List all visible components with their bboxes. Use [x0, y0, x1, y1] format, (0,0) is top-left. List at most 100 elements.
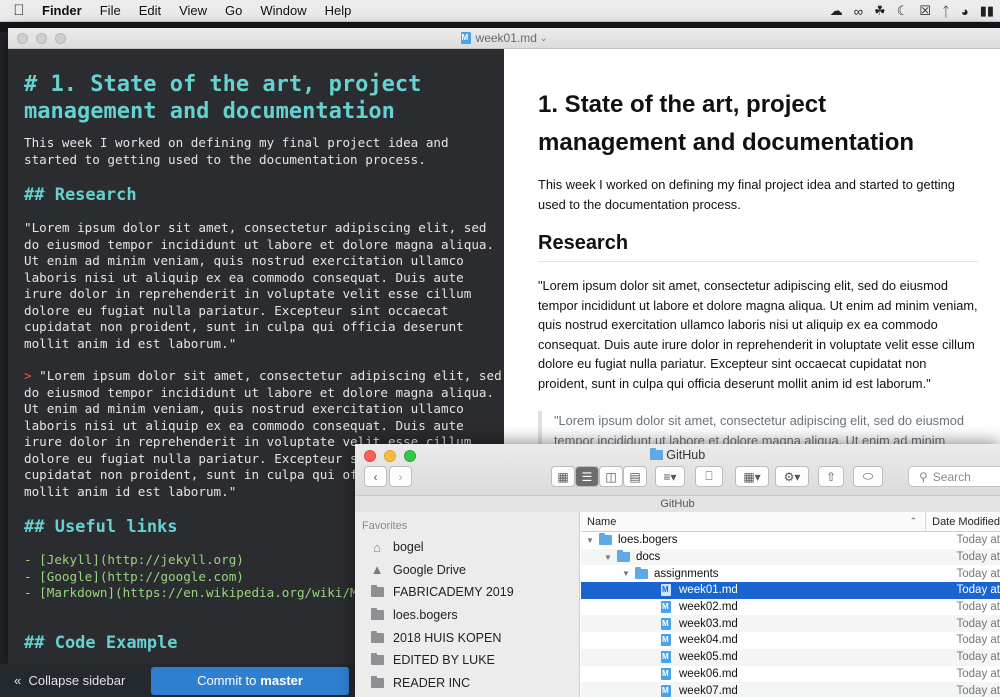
date-modified: Today at [956, 534, 1000, 547]
commit-label: Commit to [197, 673, 257, 688]
share-icon: ⇧ [825, 469, 837, 484]
list-item[interactable]: ▼ assignments Today at [581, 565, 1000, 582]
icon-view-button[interactable]: ▦ [551, 466, 575, 487]
folder-icon [369, 608, 385, 621]
markdown-file-icon [661, 651, 671, 664]
gallery-view-button[interactable]: ▤ [623, 466, 647, 487]
list-item[interactable]: week07.md Today at [581, 682, 1000, 697]
editor-titlebar: week01.md ⌄ [8, 28, 1000, 49]
name-column-header[interactable]: Name ⌃ [581, 512, 927, 531]
creative-cloud-icon[interactable]: ∞ [854, 4, 863, 19]
search-icon: ⚲ [919, 469, 928, 484]
finder-sidebar: Favorites ⌂ bogel ▲ Google Drive FABRICADE… [355, 512, 580, 697]
collapse-sidebar-button[interactable]: « Collapse sidebar [0, 673, 145, 688]
list-item[interactable]: week03.md Today at [581, 615, 1000, 633]
cloud-icon[interactable]: ☁ [830, 3, 843, 19]
list-item[interactable]: week04.md Today at [581, 632, 1000, 649]
sidebar-item-label: FABRICADEMY 2019 [393, 585, 514, 600]
collapse-sidebar-label: Collapse sidebar [28, 673, 126, 688]
sidebar-item-label: Google Drive [393, 562, 466, 577]
folder-icon [369, 630, 385, 643]
editor-window-title: week01.md [475, 31, 537, 45]
action-button[interactable]: ⚙▾ [775, 466, 809, 487]
close-window-button[interactable] [17, 33, 28, 44]
date-modified: Today at [956, 551, 1000, 564]
list-item[interactable]: week06.md Today at [581, 666, 1000, 683]
column-view-button[interactable]: ◫ [599, 466, 623, 487]
tags-button[interactable]: ⬭ [853, 466, 883, 487]
menu-app-finder[interactable]: Finder [38, 3, 91, 18]
minimize-window-button[interactable] [36, 33, 47, 44]
github-desktop-bottom-bar: « Collapse sidebar Commit to master [0, 664, 360, 697]
file-name: week07.md [679, 684, 738, 697]
forward-button[interactable]: › [389, 466, 412, 487]
bluetooth-icon[interactable]: ᛏ [942, 4, 950, 19]
folder-icon [617, 550, 630, 563]
sidebar-item-bogel[interactable]: ⌂ bogel [355, 536, 579, 559]
markdown-file-icon [661, 601, 671, 614]
folder-icon [369, 675, 385, 688]
disclosure-triangle-icon[interactable]: ▼ [585, 536, 595, 545]
arrange-button[interactable]: ▦▾ [735, 466, 769, 487]
sidebar-item-edited-by-luke[interactable]: EDITED BY LUKE [355, 649, 579, 672]
menu-file[interactable]: File [91, 3, 130, 18]
back-button[interactable]: ‹ [364, 466, 387, 487]
date-modified: Today at [956, 584, 1000, 597]
window-controls [17, 33, 66, 44]
list-rows: ▼ loes.bogers Today at ▼ docs Today at ▼ as… [581, 532, 1000, 697]
battery-icon[interactable]: ▮▮ [980, 3, 994, 19]
sidebar-item-fabricademy-2019[interactable]: FABRICADEMY 2019 [355, 581, 579, 604]
zoom-window-button[interactable] [55, 33, 66, 44]
menu-window[interactable]: Window [251, 3, 315, 18]
sidebar-item-2018-huis-kopen[interactable]: 2018 HUIS KOPEN [355, 626, 579, 649]
evernote-icon[interactable]: ☘ [874, 3, 886, 19]
chevron-down-icon[interactable]: ⌄ [540, 33, 548, 44]
disclosure-triangle-icon[interactable]: ▼ [621, 569, 631, 578]
date-modified: Today at [956, 634, 1000, 647]
list-view-button[interactable]: ☰ [575, 466, 599, 487]
status-tray: ☁ ∞ ☘ ☾ ☒ ᛏ ◕ ▮▮ [830, 0, 994, 22]
source-intro: This week I worked on defining my final … [24, 135, 457, 167]
commit-button[interactable]: Commit to master [151, 666, 349, 695]
menu-edit[interactable]: Edit [130, 3, 170, 18]
group-by-button[interactable]: ≡▾ [655, 466, 685, 487]
finder-toolbar: GitHub ‹ › ▦ ☰ ◫ ▤ ≡▾ ⎕ ▦▾ ⚙▾ ⇧ ⬭ ⚲ Sear… [355, 444, 1000, 512]
markdown-file-icon [661, 634, 671, 647]
close-square-icon[interactable]: ☒ [919, 3, 931, 19]
show-in-desktop-button[interactable]: ⎕ [695, 466, 723, 487]
disclosure-triangle-icon[interactable]: ▼ [603, 553, 613, 562]
sidebar-item-label: loes.bogers [393, 608, 458, 623]
menu-help[interactable]: Help [316, 3, 361, 18]
menu-go[interactable]: Go [216, 3, 251, 18]
list-item[interactable]: week05.md Today at [581, 648, 1000, 666]
search-field[interactable]: ⚲ Search [908, 466, 1000, 487]
file-name: week06.md [679, 667, 738, 680]
chevron-left-icon: ‹ [373, 469, 378, 484]
folder-icon [599, 533, 612, 546]
markdown-file-icon [661, 617, 671, 630]
share-button[interactable]: ⇧ [818, 466, 844, 487]
menu-bar:  Finder File Edit View Go Window Help ☁… [0, 0, 1000, 22]
sidebar-item-label: EDITED BY LUKE [393, 653, 495, 668]
list-item[interactable]: week02.md Today at [581, 599, 1000, 616]
file-name: week03.md [679, 617, 738, 630]
list-item[interactable]: ▼ loes.bogers Today at [581, 532, 1000, 549]
folder-icon [369, 585, 385, 598]
sidebar-item-loes-bogers[interactable]: loes.bogers [355, 604, 579, 627]
sidebar-item-google-drive[interactable]: ▲ Google Drive [355, 559, 579, 582]
markdown-file-icon [661, 584, 671, 597]
sidebar-item-label: READER INC [393, 675, 471, 690]
menu-view[interactable]: View [170, 3, 216, 18]
date-modified: Today at [956, 601, 1000, 614]
sidebar-item-reader-inc[interactable]: READER INC [355, 672, 579, 695]
favorites-header: Favorites [362, 520, 408, 532]
list-header: Name ⌃ Date Modified [581, 512, 1000, 532]
list-item-selected[interactable]: week01.md Today at [581, 582, 1000, 599]
markdown-file-icon [460, 32, 471, 44]
moon-icon[interactable]: ☾ [897, 3, 909, 19]
folder-icon [369, 653, 385, 666]
list-item[interactable]: ▼ docs Today at [581, 548, 1000, 566]
date-column-header[interactable]: Date Modified [926, 516, 1000, 528]
apple-menu-icon[interactable]:  [0, 2, 38, 19]
wifi-icon[interactable]: ◕ [961, 4, 969, 19]
